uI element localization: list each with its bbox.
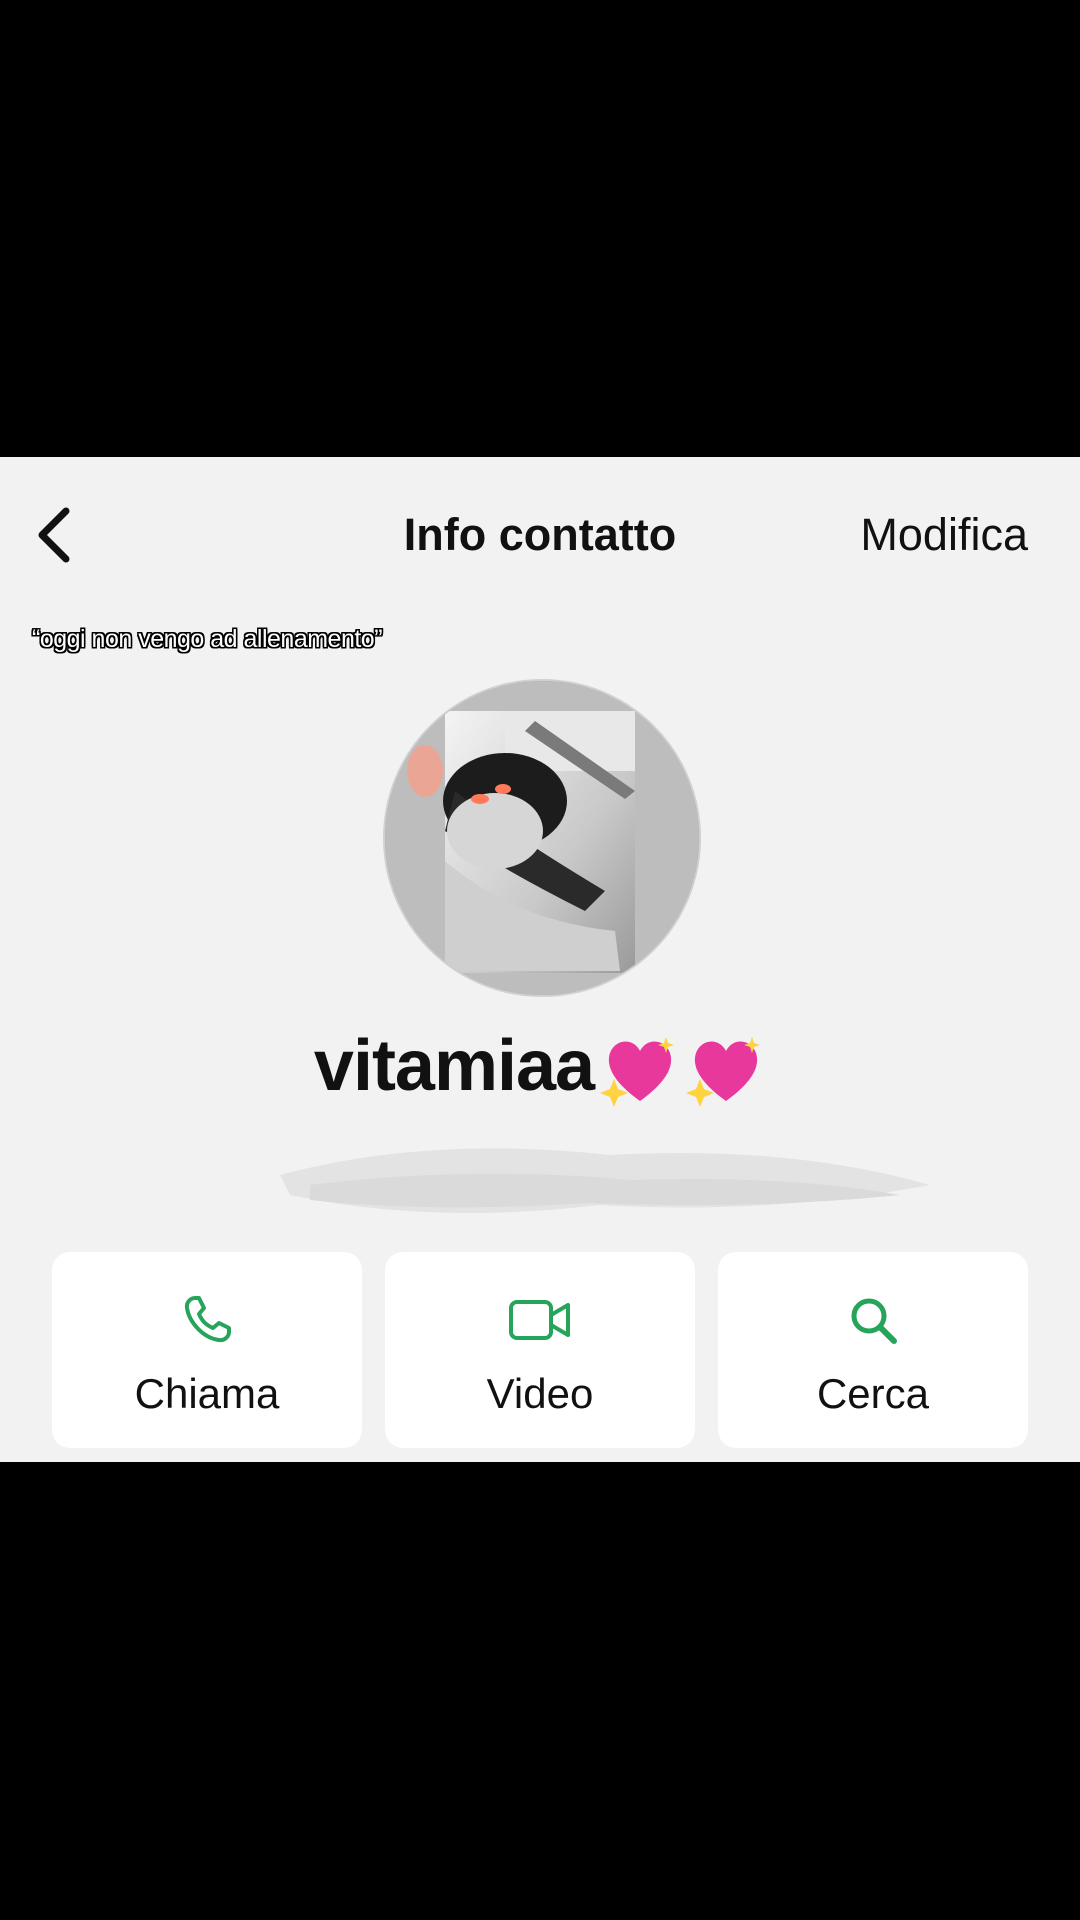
screen: Info contatto Modifica “oggi non vengo a…	[0, 0, 1080, 1920]
call-label: Chiama	[134, 1370, 280, 1417]
page-title: Info contatto	[403, 509, 677, 560]
contact-name-text: vitamiaa	[313, 1026, 595, 1106]
action-row: Chiama Video Cerca	[52, 1252, 1028, 1448]
edit-button[interactable]: Modifica	[860, 509, 1028, 561]
phone-icon	[184, 1296, 231, 1343]
search-icon	[851, 1298, 897, 1344]
search-button[interactable]: Cerca	[718, 1252, 1028, 1448]
search-label: Cerca	[816, 1370, 930, 1417]
video-label: Video	[486, 1370, 594, 1417]
contact-info-panel: Info contatto Modifica “oggi non vengo a…	[0, 457, 1080, 1462]
sparkling-heart-icon	[686, 1036, 761, 1107]
avatar[interactable]	[383, 679, 701, 997]
chevron-left-icon	[38, 507, 70, 563]
contact-name: vitamiaa	[0, 1025, 1080, 1111]
sparkling-heart-icon	[600, 1036, 675, 1107]
overlay-caption: “oggi non vengo ad allenamento”	[32, 625, 383, 653]
video-button[interactable]: Video	[385, 1252, 695, 1448]
profile-photo	[385, 681, 699, 995]
video-camera-icon	[509, 1300, 570, 1340]
redaction-smudge	[280, 1148, 930, 1213]
call-button[interactable]: Chiama	[52, 1252, 362, 1448]
back-button[interactable]	[26, 497, 82, 573]
